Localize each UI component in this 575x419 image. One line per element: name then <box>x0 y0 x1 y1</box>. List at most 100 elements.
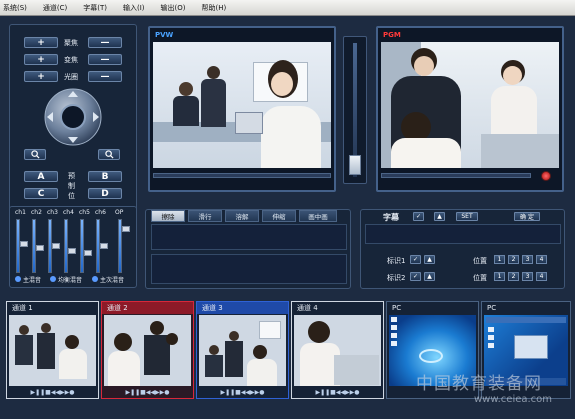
marker2-position-1[interactable]: 1 <box>494 272 505 281</box>
fader-ch6[interactable] <box>94 219 108 273</box>
thumbnail-controls[interactable]: ▶❚❚■◀◀▶▶● <box>7 386 98 398</box>
balance-mix-icon[interactable] <box>50 276 56 282</box>
thumbnail-channel-3[interactable]: 通道 3 ▶❚❚■◀◀▶▶● <box>196 301 289 399</box>
focus-minus-button[interactable]: — <box>88 37 122 48</box>
fader-ch4[interactable] <box>62 219 76 273</box>
marker1-position-4[interactable]: 4 <box>536 255 547 264</box>
marker2-position-label: 位置 <box>473 274 487 282</box>
tab-pip[interactable]: 画中画 <box>299 210 337 222</box>
focus-plus-button[interactable]: + <box>24 37 58 48</box>
transition-panel: 擦除 滑行 溶解 伸缩 画中画 <box>145 209 351 289</box>
ptz-direction-pad[interactable] <box>38 87 108 147</box>
fader-ch3[interactable] <box>46 219 60 273</box>
thumbnail-controls[interactable]: ▶❚❚■◀◀▶▶● <box>197 386 288 398</box>
subtitle-set-button[interactable]: SET <box>456 212 478 221</box>
thumbnail-video <box>199 315 286 386</box>
zoom-minus-button[interactable]: — <box>88 54 122 65</box>
thumbnail-video <box>9 315 96 386</box>
tab-dissolve[interactable]: 溶解 <box>225 210 259 222</box>
marker2-position-4[interactable]: 4 <box>536 272 547 281</box>
menu-help[interactable]: 帮助(H) <box>202 3 227 13</box>
marker2-up-button[interactable]: ▲ <box>424 272 435 281</box>
aux-mix-icon[interactable] <box>92 276 98 282</box>
zoom-in-icon[interactable] <box>98 149 120 160</box>
menu-channel[interactable]: 通道(C) <box>43 3 67 13</box>
subtitle-up-button[interactable]: ▲ <box>434 212 445 221</box>
marker2-check-button[interactable]: ✓ <box>410 272 421 281</box>
pgm-label: PGM <box>383 31 401 39</box>
channel-label-2: ch2 <box>31 209 42 216</box>
watermark-text: 中国教育装备网 <box>416 374 542 394</box>
marker1-position-1[interactable]: 1 <box>494 255 505 264</box>
marker1-position-2[interactable]: 2 <box>508 255 519 264</box>
aux-mix-label: 主次混音 <box>100 277 125 284</box>
tab-stretch[interactable]: 伸缩 <box>262 210 296 222</box>
preset-c-button[interactable]: C <box>24 188 58 199</box>
fader-ch2[interactable] <box>30 219 44 273</box>
menu-bar: 系统(S) 通道(C) 字幕(T) 输入(I) 输出(O) 帮助(H) <box>0 0 575 16</box>
watermark-url: www.ceiea.com <box>474 394 553 405</box>
thumbnail-channel-2[interactable]: 通道 2 ▶❚❚■◀◀▶▶● <box>101 301 194 399</box>
preview-monitor: PVW <box>148 26 336 192</box>
transition-tbar[interactable] <box>343 36 367 184</box>
channel-label-4: ch4 <box>63 209 74 216</box>
fader-ch1[interactable] <box>14 219 28 273</box>
preset-d-button[interactable]: D <box>88 188 122 199</box>
record-button[interactable] <box>541 171 551 181</box>
menu-system[interactable]: 系统(S) <box>3 3 27 13</box>
channel-label-op: OP <box>115 209 124 216</box>
tab-wipe[interactable]: 擦除 <box>151 210 185 222</box>
preset-a-button[interactable]: A <box>24 171 58 182</box>
program-monitor: PGM <box>376 26 564 192</box>
marker2-position-2[interactable]: 2 <box>508 272 519 281</box>
thumbnail-controls[interactable]: ▶❚❚■◀◀▶▶● <box>102 386 193 398</box>
master-mix-icon[interactable] <box>15 276 21 282</box>
marker1-position-3[interactable]: 3 <box>522 255 533 264</box>
thumbnail-video <box>294 315 381 386</box>
preset-label-2: 制 <box>68 182 75 190</box>
subtitle-panel: 字幕 ✓ ▲ SET 确 定 标识1 ✓ ▲ 位置 1 2 3 4 标识2 ✓ … <box>360 209 565 289</box>
master-mix-label: 主混音 <box>23 277 42 284</box>
thumbnail-label: 通道 4 <box>297 304 318 312</box>
subtitle-title: 字幕 <box>383 213 399 222</box>
iris-minus-button[interactable]: — <box>88 71 122 82</box>
pvw-label: PVW <box>155 31 174 39</box>
preset-label-3: 位 <box>68 192 75 200</box>
thumbnail-label: 通道 3 <box>197 302 288 314</box>
marker1-label: 标识1 <box>387 257 406 265</box>
thumbnail-label: 通道 1 <box>12 304 33 312</box>
program-progress-bar[interactable] <box>381 173 531 178</box>
watermark-logo: 中国教育装备网 www.ceiea.com <box>416 369 574 417</box>
iris-label: 光圈 <box>64 73 78 81</box>
marker1-up-button[interactable]: ▲ <box>424 255 435 264</box>
zoom-label: 变焦 <box>64 56 78 64</box>
zoom-plus-button[interactable]: + <box>24 54 58 65</box>
menu-input[interactable]: 输入(I) <box>123 3 145 13</box>
thumbnail-video <box>104 315 191 386</box>
thumbnail-channel-4[interactable]: 通道 4 ▶❚❚■◀◀▶▶● <box>291 301 384 399</box>
tbar-handle[interactable] <box>349 155 361 175</box>
preview-video <box>153 42 331 168</box>
subtitle-check-button[interactable]: ✓ <box>413 212 424 221</box>
iris-plus-button[interactable]: + <box>24 71 58 82</box>
preview-progress-bar[interactable] <box>153 173 331 178</box>
tab-slide[interactable]: 滑行 <box>188 210 222 222</box>
channel-label-6: ch6 <box>95 209 106 216</box>
preset-b-button[interactable]: B <box>88 171 122 182</box>
marker2-position-3[interactable]: 3 <box>522 272 533 281</box>
subtitle-text-area[interactable] <box>365 224 561 244</box>
thumbnail-label: 通道 2 <box>102 302 193 314</box>
subtitle-confirm-button[interactable]: 确 定 <box>514 212 540 221</box>
balance-mix-label: 均衡混音 <box>58 277 83 284</box>
menu-subtitle[interactable]: 字幕(T) <box>83 3 107 13</box>
thumbnail-controls[interactable]: ▶❚❚■◀◀▶▶● <box>292 386 383 398</box>
audio-mixer-panel: ch1 ch2 ch3 ch4 ch5 ch6 OP 主混音 均衡混音 主次混音 <box>9 206 137 288</box>
fader-ch5[interactable] <box>78 219 92 273</box>
fader-op[interactable] <box>116 219 130 273</box>
menu-output[interactable]: 输出(O) <box>161 3 186 13</box>
zoom-out-icon[interactable] <box>24 149 46 160</box>
marker1-check-button[interactable]: ✓ <box>410 255 421 264</box>
marker2-label: 标识2 <box>387 274 406 282</box>
thumbnail-channel-1[interactable]: 通道 1 ▶❚❚■◀◀▶▶● <box>6 301 99 399</box>
thumbnail-label: PC <box>487 304 497 312</box>
